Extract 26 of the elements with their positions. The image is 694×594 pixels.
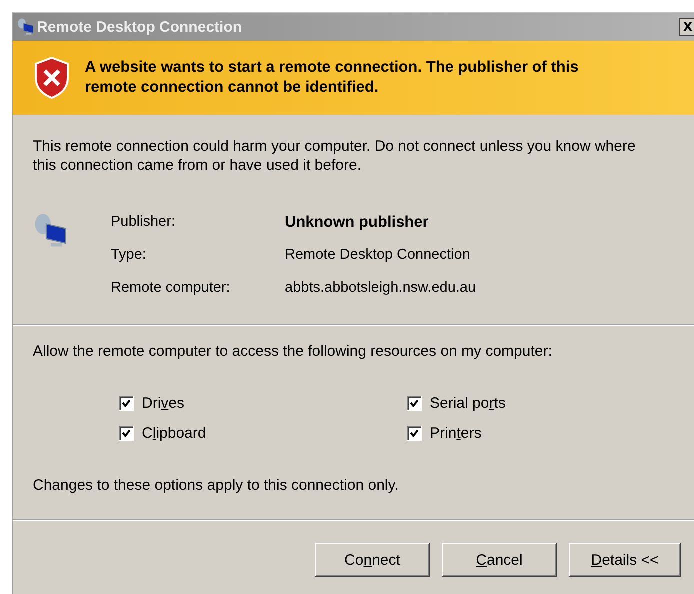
detail-label: Publisher:: [111, 213, 176, 232]
close-button[interactable]: X: [679, 18, 694, 36]
checkmark-icon: [410, 429, 419, 438]
checkmark-icon: [410, 399, 419, 408]
resource-checkbox[interactable]: Drives: [119, 395, 407, 412]
window-title: Remote Desktop Connection: [37, 18, 244, 36]
detail-value: abbts.abbotsleigh.nsw.edu.au: [285, 279, 476, 298]
note-text: Changes to these options apply to this connection only.: [33, 476, 400, 495]
monitor-icon: [17, 18, 35, 36]
detail-label: Remote computer:: [111, 279, 232, 298]
detail-label: Type:: [111, 246, 148, 265]
description-text: This remote connection could harm your computer. Do not connect unless you know where this connection came from or have used it before.: [33, 137, 637, 175]
computer-icon: [33, 213, 69, 249]
resource-checkbox[interactable]: Serial ports: [407, 395, 675, 412]
warning-text: A website wants to start a remote connection. The publisher of this remote connection cannot be identified.: [85, 58, 580, 98]
checkmark-icon: [122, 429, 131, 438]
resource-checkbox[interactable]: Printers: [407, 425, 675, 442]
detail-value: Remote Desktop Connection: [285, 246, 472, 265]
resources-prompt: Allow the remote computer to access the following resources on my computer:: [33, 342, 554, 361]
dialog-button[interactable]: Cancel: [442, 543, 557, 577]
checkmark-icon: [122, 399, 131, 408]
dialog-button[interactable]: Connect: [315, 543, 430, 577]
error-shield-icon: [33, 56, 71, 100]
detail-value: Unknown publisher: [285, 213, 430, 232]
resource-checkbox[interactable]: Clipboard: [119, 425, 407, 442]
dialog-button[interactable]: Details <<: [569, 543, 681, 577]
